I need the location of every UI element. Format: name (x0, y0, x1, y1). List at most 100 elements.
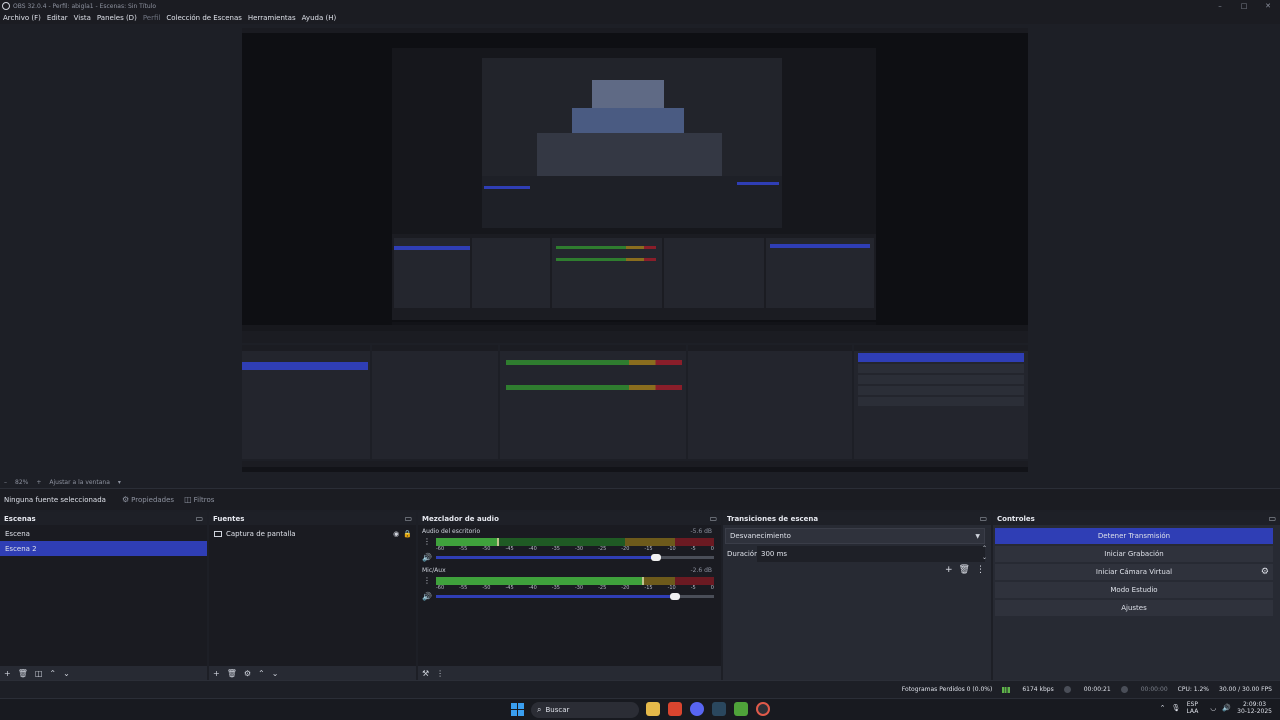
window-controls: – □ ✕ (1208, 0, 1280, 12)
speaker-icon[interactable]: 🔊 (1222, 704, 1231, 712)
duration-input[interactable]: 300 ms (757, 546, 985, 562)
mixer-channel-desktop: Audio del escritorio -5.6 dB ⋮ -60 -55 -50… (422, 528, 714, 562)
sources-dock-header: Fuentes ▭ (209, 512, 416, 525)
controls-dock-header: Controles ▭ (993, 512, 1280, 525)
dock-menu-icon[interactable]: ▭ (709, 514, 717, 523)
add-icon[interactable]: + (213, 669, 220, 678)
filters-label: Filtros (193, 495, 215, 504)
menu-paneles[interactable]: Paneles (D) (97, 14, 137, 22)
add-icon[interactable]: + (4, 669, 11, 678)
trash-icon[interactable]: 🗑 (959, 565, 970, 575)
zoom-minus-icon[interactable]: – (4, 479, 7, 486)
volume-slider[interactable] (436, 554, 714, 561)
gear-icon[interactable]: ⚙ (244, 669, 251, 678)
menu-archivo[interactable]: Archivo (F) (3, 14, 41, 22)
obs-taskbar-icon[interactable] (756, 702, 770, 716)
context-bar: Ninguna fuente seleccionada ⚙ Propiedades… (0, 488, 1280, 510)
wifi-icon[interactable]: ◡ (1210, 704, 1216, 712)
studio-mode-button[interactable]: Modo Estudio (995, 582, 1273, 598)
fit-to-window-label[interactable]: Ajustar a la ventana (49, 479, 110, 486)
menu-perfil[interactable]: Perfil (143, 14, 161, 22)
meter-tick-label: -35 (551, 546, 560, 552)
microphone-icon[interactable]: 🎙 (1172, 704, 1181, 712)
chevron-down-icon[interactable]: ▾ (118, 479, 121, 486)
menu-editar[interactable]: Editar (47, 14, 68, 22)
file-explorer-icon[interactable] (646, 702, 660, 716)
volume-icon[interactable]: 🔊 (422, 592, 432, 601)
meter-tick-label: -5 (690, 585, 696, 591)
transition-selected: Desvanecimiento (730, 532, 791, 540)
zoom-plus-icon[interactable]: + (36, 479, 41, 486)
nested-preview-level-6 (592, 80, 664, 108)
captured-scenes-dock (242, 345, 370, 459)
nested-preview-level-5 (572, 108, 684, 133)
slider-knob[interactable] (650, 554, 661, 561)
transition-select[interactable]: Desvanecimiento ▼ (725, 528, 985, 544)
filter-icon[interactable]: ◫ (35, 669, 43, 678)
filters-button[interactable]: ◫ Filtros (184, 495, 214, 504)
trash-icon[interactable]: 🗑 (18, 669, 28, 678)
search-label: Buscar (545, 706, 570, 714)
arrow-down-icon[interactable]: ⌄ (272, 669, 279, 678)
menu-coleccion-escenas[interactable]: Colección de Escenas (166, 14, 242, 22)
channel-menu-icon[interactable]: ⋮ (423, 538, 431, 546)
scene-item[interactable]: Escena (0, 526, 207, 541)
channel-menu-icon[interactable]: ⋮ (423, 577, 431, 585)
nested-meter (556, 258, 656, 261)
transition-tools: + 🗑 ⋮ (945, 565, 985, 575)
arrow-down-icon[interactable]: ⌄ (63, 669, 70, 678)
preview-area[interactable] (0, 24, 1280, 476)
slider-knob[interactable] (670, 593, 681, 600)
stream-icon (1063, 686, 1071, 693)
volume-icon[interactable]: 🔊 (422, 553, 432, 562)
gear-icon[interactable]: ⚙ (1261, 567, 1269, 577)
discord-icon[interactable] (690, 702, 704, 716)
scene-item[interactable]: Escena 2 (0, 541, 207, 556)
more-icon[interactable]: ⋮ (436, 669, 444, 678)
trash-icon[interactable]: 🗑 (227, 669, 237, 678)
arrow-up-icon[interactable]: ⌃ (258, 669, 265, 678)
wrench-icon[interactable]: ⚒ (422, 669, 429, 678)
nested-dock (472, 238, 550, 308)
lock-icon[interactable]: 🔒 (403, 530, 412, 538)
clock[interactable]: 2:09:03 30-12-2025 (1237, 701, 1272, 715)
dock-menu-icon[interactable]: ▭ (404, 514, 412, 523)
close-button[interactable]: ✕ (1256, 0, 1280, 12)
preview-canvas[interactable] (242, 28, 1028, 472)
maximize-button[interactable]: □ (1232, 0, 1256, 12)
start-virtual-camera-button[interactable]: Iniciar Cámara Virtual ⚙ (995, 564, 1273, 580)
captured-context-bar (242, 331, 1028, 343)
start-recording-button[interactable]: Iniciar Grabación (995, 546, 1273, 562)
settings-button[interactable]: Ajustes (995, 600, 1273, 616)
taskbar-search[interactable]: ⌕ Buscar (531, 702, 639, 718)
taskbar-apps (646, 702, 770, 716)
audio-meter (436, 577, 714, 585)
duration-spinner[interactable]: ⌃ ⌄ (982, 544, 987, 562)
more-icon[interactable]: ⋮ (976, 565, 985, 575)
nested-dock (664, 238, 764, 308)
captured-sources-dock (372, 345, 498, 459)
menu-ayuda[interactable]: Ayuda (H) (302, 14, 337, 22)
dock-menu-icon[interactable]: ▭ (1268, 514, 1276, 523)
eye-icon[interactable]: ◉ (393, 530, 399, 538)
windows-start-icon[interactable] (511, 703, 524, 716)
menu-herramientas[interactable]: Herramientas (248, 14, 296, 22)
volume-slider[interactable] (436, 593, 714, 600)
brave-browser-icon[interactable] (668, 702, 682, 716)
minecraft-icon[interactable] (734, 702, 748, 716)
stop-streaming-button[interactable]: Detener Transmisión (995, 528, 1273, 544)
arrow-up-icon[interactable]: ⌃ (49, 669, 56, 678)
add-icon[interactable]: + (945, 565, 953, 575)
dock-menu-icon[interactable]: ▭ (195, 514, 203, 523)
language-indicator[interactable]: ESP LAA (1186, 701, 1198, 715)
minimize-button[interactable]: – (1208, 0, 1232, 12)
menu-vista[interactable]: Vista (74, 14, 91, 22)
steam-icon[interactable] (712, 702, 726, 716)
meter-tick-label: -25 (598, 585, 607, 591)
record-icon (1120, 686, 1128, 693)
chevron-up-icon[interactable]: ⌃ (1160, 704, 1166, 712)
properties-button[interactable]: ⚙ Propiedades (122, 495, 174, 504)
dock-menu-icon[interactable]: ▭ (979, 514, 987, 523)
source-item[interactable]: Captura de pantalla ◉ 🔒 (209, 526, 416, 541)
no-source-label: Ninguna fuente seleccionada (4, 495, 106, 504)
